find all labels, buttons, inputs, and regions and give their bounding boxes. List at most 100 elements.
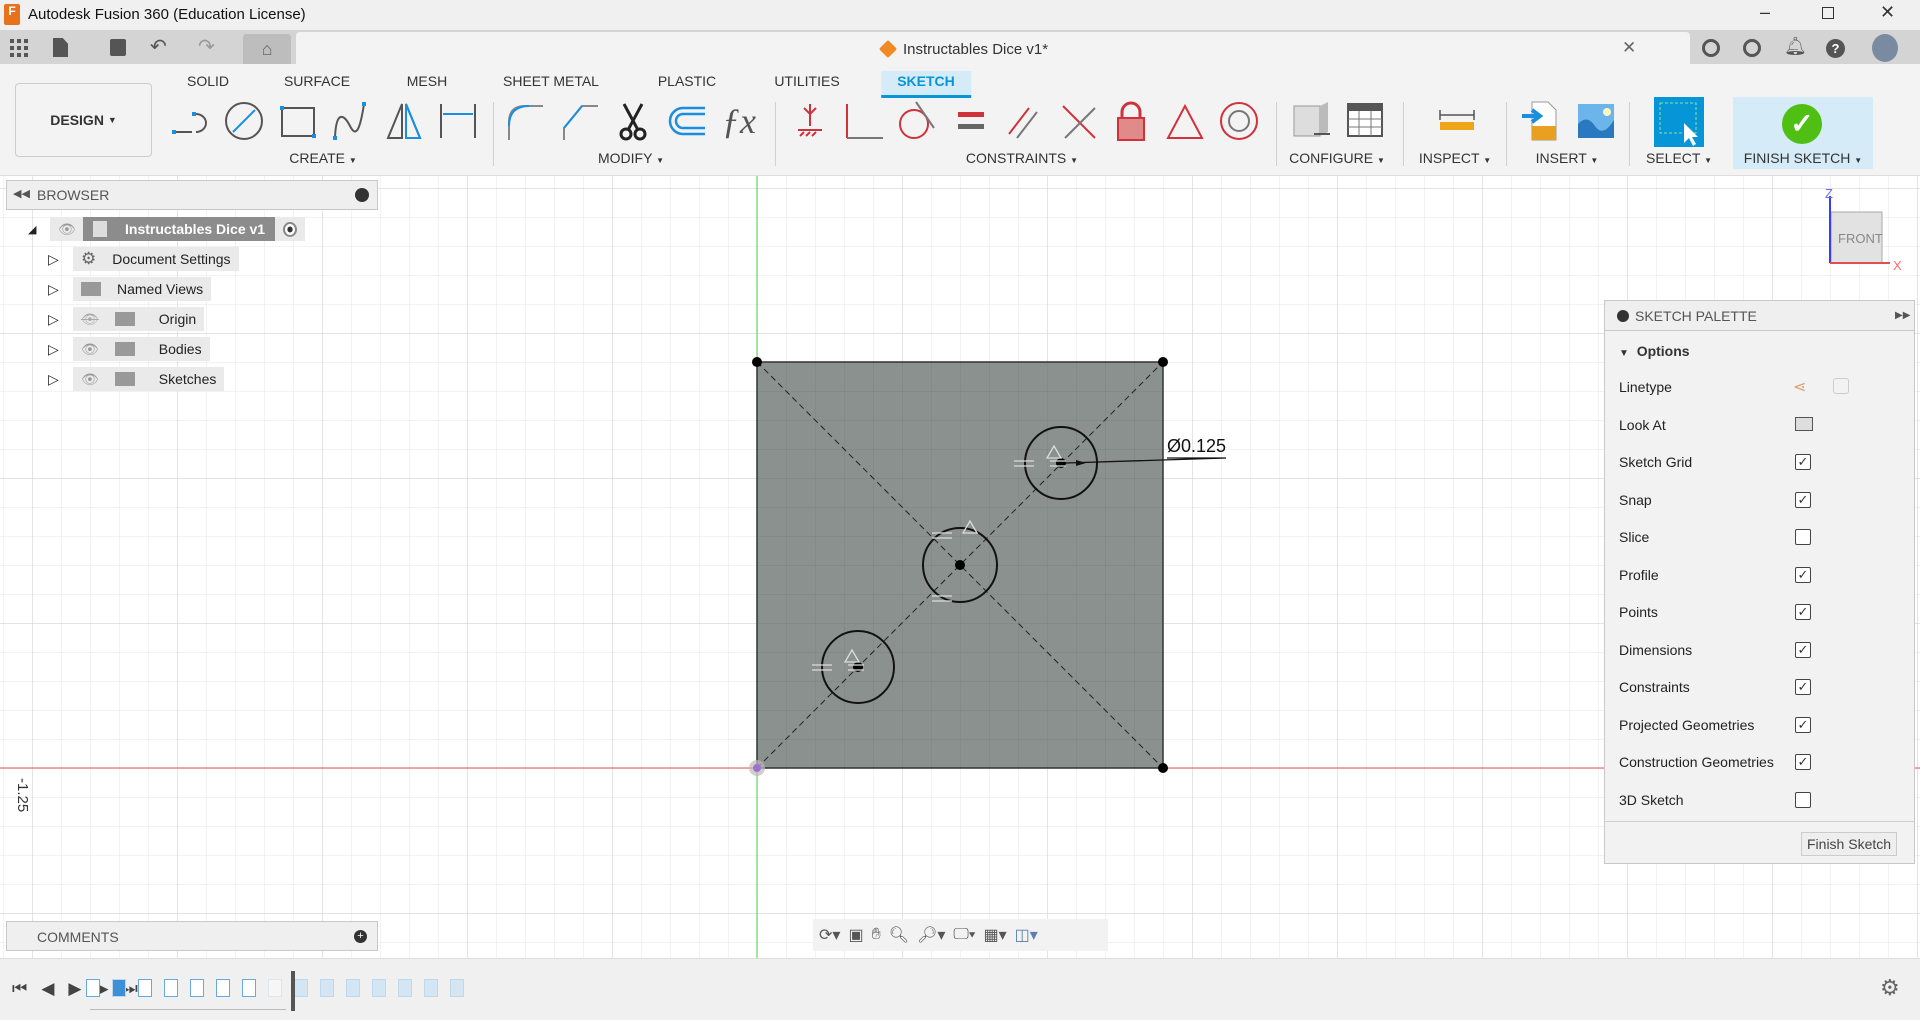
options-section-header[interactable]: ▼ Options [1619,343,1690,359]
sketch-point[interactable] [1158,763,1168,773]
parameters-fx-icon[interactable]: ƒx [722,100,764,142]
measure-ruler-icon[interactable] [1436,100,1478,142]
browser-panel-header[interactable]: ◀◀ BROWSER [6,180,378,210]
timeline-extrude-icon[interactable] [398,979,412,997]
sketch-point[interactable] [955,560,965,570]
tab-utilities[interactable]: UTILITIES [774,73,839,89]
browser-root-item[interactable]: ◢ 👁︎ Instructables Dice v1 [28,217,306,241]
close-tab-icon[interactable]: ✕ [1622,38,1636,58]
tab-mesh[interactable]: MESH [407,73,447,89]
configure-cube-icon[interactable] [1290,100,1332,142]
trim-scissors-icon[interactable] [612,100,654,142]
fit-icon[interactable]: 🔎︎▾ [917,925,945,945]
expand-icon[interactable]: ▷ [48,341,73,358]
add-comment-icon[interactable]: + [354,930,367,943]
data-panel-icon[interactable] [10,39,28,57]
palette-finish-sketch-button[interactable]: Finish Sketch [1801,832,1898,856]
timeline-sketch-icon[interactable] [190,979,204,997]
construction-geometries-checkbox[interactable]: ✓ [1795,754,1811,770]
sketch-point[interactable] [752,357,762,367]
comments-panel[interactable]: COMMENTS + [6,921,378,951]
browser-item-origin[interactable]: ▷ 👁︎ Origin [48,307,205,331]
eye-icon[interactable]: 👁︎ [73,337,107,361]
pan-hand-icon[interactable]: ✋︎ [872,926,881,944]
redo-icon[interactable]: ↷ [198,34,215,59]
triangle-constraint-icon[interactable] [1164,100,1206,142]
coincident-constraint-icon[interactable] [1057,100,1099,142]
chamfer-tool-icon[interactable] [558,100,600,142]
collapse-palette-icon[interactable] [1617,310,1629,322]
tab-surface[interactable]: SURFACE [284,73,350,89]
tangent-constraint-icon[interactable] [896,100,938,142]
timeline-sketch-icon[interactable] [268,979,282,997]
browser-item-sketches[interactable]: ▷ 👁︎ Sketches [48,367,225,391]
timeline-marker[interactable] [291,971,295,1011]
tab-sheet-metal[interactable]: SHEET METAL [503,73,599,89]
play-icon[interactable]: ▶ [68,979,81,999]
job-status-icon[interactable] [1702,39,1720,57]
sketch-point[interactable] [1158,357,1168,367]
insert-image-icon[interactable] [1575,100,1617,142]
display-settings-icon[interactable]: 🖵▾ [953,926,975,944]
timeline-extrude-icon[interactable] [346,979,360,997]
eye-hidden-icon[interactable]: 👁︎ [73,307,107,331]
timeline-sketch-icon[interactable] [86,979,100,997]
eye-icon[interactable]: 👁︎ [50,217,83,241]
timeline-extrude-icon[interactable] [424,979,438,997]
timeline-extrude-icon[interactable] [112,979,126,997]
spline-tool-icon[interactable] [330,100,372,142]
circle-tool-icon[interactable] [223,100,265,142]
constraints-menu[interactable]: CONSTRAINTS ▼ [966,150,1078,166]
expand-triangle-icon[interactable]: ◢ [28,223,50,236]
profile-checkbox[interactable]: ✓ [1795,567,1811,583]
browser-item-document-settings[interactable]: ▷ ⚙ Document Settings [48,247,239,271]
timeline-extrude-icon[interactable] [320,979,334,997]
browser-item-bodies[interactable]: ▷ 👁︎ Bodies [48,337,210,361]
create-menu[interactable]: CREATE ▼ [289,150,357,166]
undo-icon[interactable]: ↶ [150,34,167,59]
insert-menu[interactable]: INSERT ▼ [1536,150,1599,166]
construction-linetype-icon[interactable]: ⋖ [1793,377,1806,397]
lock-constraint-icon[interactable] [1110,100,1152,142]
constraints-checkbox[interactable]: ✓ [1795,679,1811,695]
activate-radio-icon[interactable] [275,217,306,241]
save-icon[interactable] [110,39,126,56]
workspace-switcher[interactable]: DESIGN ▼ [15,83,152,157]
mirror-tool-icon[interactable] [384,100,426,142]
configure-menu[interactable]: CONFIGURE ▼ [1289,150,1385,166]
line-tool-icon[interactable] [170,100,212,142]
expand-icon[interactable]: ▷ [48,281,73,298]
timeline-settings-gear-icon[interactable]: ⚙ [1880,975,1900,1001]
timeline-sketch-icon[interactable] [242,979,256,997]
select-menu[interactable]: SELECT ▼ [1646,150,1712,166]
snap-checkbox[interactable]: ✓ [1795,492,1811,508]
history-icon[interactable] [1743,39,1761,57]
centerline-linetype-icon[interactable] [1833,378,1849,394]
origin-point[interactable] [753,764,761,772]
fillet-tool-icon[interactable] [505,100,547,142]
configure-table-icon[interactable] [1344,100,1386,142]
sketch-grid-checkbox[interactable]: ✓ [1795,454,1811,470]
finish-sketch-menu[interactable]: FINISH SKETCH ▼ [1744,150,1862,166]
timeline-sketch-icon[interactable] [164,979,178,997]
fix-constraint-icon[interactable] [790,100,832,142]
points-checkbox[interactable]: ✓ [1795,604,1811,620]
home-button[interactable]: ⌂ [243,34,291,64]
minimize-button[interactable]: – [1760,2,1770,23]
notifications-icon[interactable]: 🔔︎ [1784,36,1807,57]
expand-icon[interactable]: ▷ [48,371,73,388]
viewports-icon[interactable]: ◫▾ [1015,925,1038,945]
select-tool-icon[interactable] [1654,97,1704,147]
look-at-icon[interactable] [1795,417,1813,431]
expand-palette-icon[interactable]: ▶▶ [1895,310,1910,321]
modify-menu[interactable]: MODIFY ▼ [598,150,664,166]
help-icon[interactable]: ? [1826,39,1845,58]
close-window-button[interactable]: ✕ [1880,2,1895,23]
rectangle-tool-icon[interactable] [277,100,319,142]
tab-plastic[interactable]: PLASTIC [658,73,716,89]
offset-tool-icon[interactable] [665,100,707,142]
dimensions-checkbox[interactable]: ✓ [1795,642,1811,658]
equal-constraint-icon[interactable] [950,100,992,142]
tab-solid[interactable]: SOLID [187,73,229,89]
expand-icon[interactable]: ▷ [48,311,73,328]
